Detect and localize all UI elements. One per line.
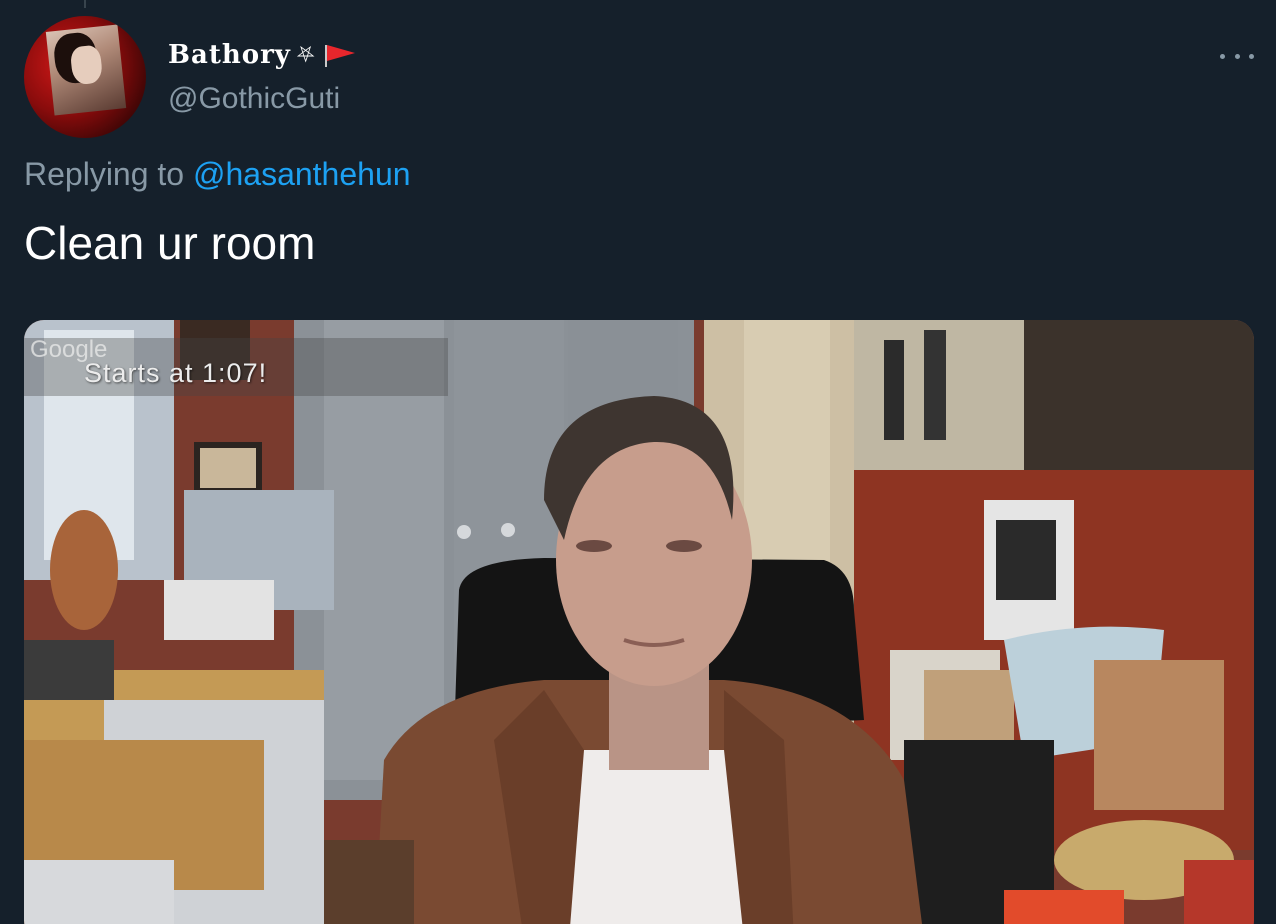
red-flag-icon	[322, 43, 358, 67]
display-name-text: Bathory	[168, 40, 291, 70]
avatar-photo	[45, 24, 127, 116]
tweet: Bathory ⛧ @GothicGuti Replying to @hasan…	[0, 0, 1276, 924]
overlay-caption: Starts at 1:07!	[84, 358, 268, 388]
thread-connector-line	[84, 0, 86, 8]
video-overlay-banner: Google Starts at 1:07!	[24, 336, 448, 396]
replying-to: Replying to @hasanthehun	[24, 156, 411, 193]
pentagram-icon: ⛧	[296, 42, 316, 68]
display-name[interactable]: Bathory ⛧	[168, 40, 358, 70]
tweet-text: Clean ur room	[24, 217, 316, 269]
replying-to-handle-link[interactable]: @hasanthehun	[193, 156, 411, 192]
user-handle[interactable]: @GothicGuti	[168, 82, 340, 116]
replying-prefix: Replying to	[24, 156, 193, 192]
more-options-icon[interactable]	[1220, 46, 1254, 66]
room-scene-image	[24, 320, 1254, 924]
tweet-media-photo[interactable]: Google Starts at 1:07!	[24, 320, 1254, 924]
avatar[interactable]	[24, 16, 146, 138]
